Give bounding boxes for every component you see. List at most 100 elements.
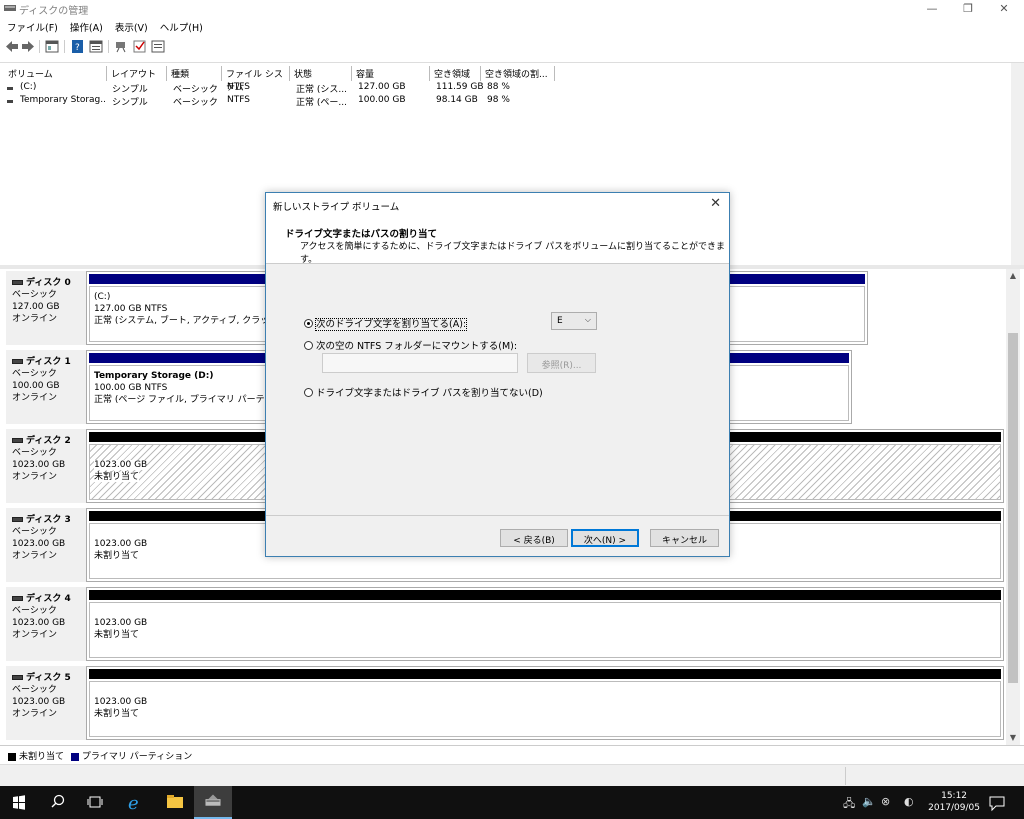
connect-icon[interactable] [115, 40, 129, 53]
table-cell: シンプル [112, 98, 148, 108]
disk-type: ベーシック [12, 369, 57, 379]
table-cell: NTFS [227, 82, 250, 92]
cancel-button[interactable]: キャンセル [650, 529, 719, 547]
table-cell: (C:) [20, 82, 37, 92]
volume-muted-icon[interactable]: 🔈 [862, 795, 876, 808]
partition-size: 1023.00 GB [94, 618, 148, 628]
start-icon[interactable] [0, 786, 38, 819]
disk-5: ディスク 5 ベーシック 1023.00 GB オンライン 1023.00 GB… [0, 666, 1005, 742]
disk-label[interactable]: ディスク 4 ベーシック 1023.00 GB オンライン [6, 587, 86, 661]
table-cell: 88 % [487, 82, 510, 92]
browse-button[interactable]: 参照(R)... [527, 353, 596, 373]
disk-label[interactable]: ディスク 1 ベーシック 100.00 GB オンライン [6, 350, 86, 424]
menu-action[interactable]: 操作(A) [63, 17, 108, 34]
properties-icon[interactable] [89, 40, 103, 53]
disk-name: ディスク 5 [26, 673, 71, 683]
disk-map-scrollbar[interactable]: ▲ ▼ [1006, 269, 1020, 745]
disk-name: ディスク 2 [26, 436, 71, 446]
next-button[interactable]: 次へ(N) > [571, 529, 639, 547]
column-header[interactable]: 容量 [352, 66, 430, 81]
disk-management-taskbar-icon[interactable] [194, 786, 232, 819]
column-header[interactable]: ボリューム [4, 66, 107, 81]
restore-button[interactable]: ❐ [950, 0, 986, 17]
action-center-badge-icon[interactable]: ◐ [904, 795, 914, 808]
clock[interactable]: 15:12 2017/09/05 [928, 790, 980, 814]
notification-x-icon[interactable]: ⊗ [881, 795, 890, 808]
menu-view[interactable]: 表示(V) [108, 17, 153, 34]
internet-explorer-icon[interactable]: e [118, 786, 156, 819]
dialog-title: 新しいストライプ ボリューム [273, 202, 400, 213]
dialog-close-icon[interactable]: ✕ [710, 196, 721, 211]
help-icon[interactable]: ? [71, 40, 85, 53]
list-icon[interactable] [151, 40, 165, 53]
clock-time: 15:12 [941, 791, 968, 801]
disk-status: オンライン [12, 630, 58, 640]
dialog-separator [266, 515, 729, 516]
volume-icon [7, 87, 13, 90]
no-assignment-radio[interactable]: ドライブ文字またはドライブ パスを割り当てない(D) [304, 385, 543, 399]
menu-bar: ファイル(F) 操作(A) 表示(V) ヘルプ(H) [0, 17, 1024, 36]
column-header[interactable]: 状態 [290, 66, 352, 81]
menu-help[interactable]: ヘルプ(H) [153, 17, 208, 34]
disk-icon [12, 517, 23, 522]
assign-drive-letter-radio[interactable]: 次のドライブ文字を割り当てる(A): [304, 316, 468, 331]
task-view-icon[interactable] [76, 786, 114, 819]
column-header[interactable]: 種類 [167, 66, 222, 81]
volume-list-header: ボリューム レイアウト 種類 ファイル システム 状態 容量 空き領域 空き領域… [0, 66, 560, 93]
drive-letter-select[interactable]: E ⌵ [551, 312, 597, 330]
disk-status: オンライン [12, 314, 58, 324]
disk-label[interactable]: ディスク 0 ベーシック 127.00 GB オンライン [6, 271, 86, 345]
mount-folder-radio[interactable]: 次の空の NTFS フォルダーにマウントする(M): [304, 338, 517, 352]
volume-list-scrollbar[interactable] [1011, 63, 1024, 266]
column-header[interactable]: レイアウト [107, 66, 167, 81]
legend-unallocated: 未割り当て [19, 752, 65, 762]
column-header[interactable]: 空き領域 [430, 66, 481, 81]
partition-size: 1023.00 GB [94, 697, 148, 707]
partition-status: 未割り当て [94, 709, 140, 719]
disk-size: 127.00 GB [12, 302, 60, 312]
partition-size: 127.00 GB NTFS [94, 304, 168, 314]
partition-status: 未割り当て [94, 630, 140, 640]
menu-file[interactable]: ファイル(F) [0, 17, 63, 34]
scroll-up-icon[interactable]: ▲ [1006, 269, 1020, 283]
notifications-icon[interactable] [984, 786, 1010, 819]
table-cell: ベーシック [173, 98, 218, 108]
toolbar: ? [0, 37, 1024, 56]
unallocated-space[interactable]: 1023.00 GB 未割り当て [86, 666, 1004, 740]
console-tree-icon[interactable] [45, 40, 59, 53]
folder-path-input[interactable] [322, 353, 518, 373]
disk-status: オンライン [12, 551, 58, 561]
search-icon[interactable] [38, 786, 76, 819]
back-arrow-icon[interactable] [5, 40, 19, 53]
file-explorer-icon[interactable] [156, 786, 194, 819]
radio-label: 次の空の NTFS フォルダーにマウントする(M): [316, 341, 518, 352]
table-cell: 98.14 GB [436, 95, 478, 105]
column-header[interactable]: 空き領域の割... [481, 66, 555, 81]
disk-status: オンライン [12, 393, 58, 403]
disk-label[interactable]: ディスク 2 ベーシック 1023.00 GB オンライン [6, 429, 86, 503]
disk-status: オンライン [12, 472, 58, 482]
table-row[interactable]: (C:) シンプル ベーシック NTFS 正常 (シス... 127.00 GB… [0, 82, 560, 95]
disk-type: ベーシック [12, 290, 57, 300]
close-button[interactable]: ✕ [986, 0, 1022, 17]
forward-arrow-icon[interactable] [21, 40, 35, 53]
wizard-subheading: アクセスを簡単にするために、ドライブ文字またはドライブ パスをボリュームに割り当… [300, 242, 725, 265]
unallocated-space[interactable]: 1023.00 GB 未割り当て [86, 587, 1004, 661]
table-row[interactable]: Temporary Storag... シンプル ベーシック NTFS 正常 (… [0, 95, 560, 108]
radio-icon [304, 341, 313, 350]
svg-text:e: e [128, 793, 139, 814]
check-icon[interactable] [133, 40, 147, 53]
scroll-down-icon[interactable]: ▼ [1006, 731, 1020, 745]
scrollbar-thumb[interactable] [1008, 333, 1018, 683]
disk-label[interactable]: ディスク 5 ベーシック 1023.00 GB オンライン [6, 666, 86, 740]
disk-size: 1023.00 GB [12, 618, 66, 628]
back-button[interactable]: < 戻る(B) [500, 529, 568, 547]
disk-name: ディスク 0 [26, 278, 71, 288]
column-header[interactable]: ファイル システム [222, 66, 290, 93]
minimize-button[interactable]: — [914, 0, 950, 17]
network-icon[interactable]: 🖧 [843, 795, 855, 814]
table-cell: 100.00 GB [358, 95, 406, 105]
partition-status: 未割り当て [94, 472, 140, 482]
table-cell: シンプル [112, 85, 148, 95]
disk-label[interactable]: ディスク 3 ベーシック 1023.00 GB オンライン [6, 508, 86, 582]
